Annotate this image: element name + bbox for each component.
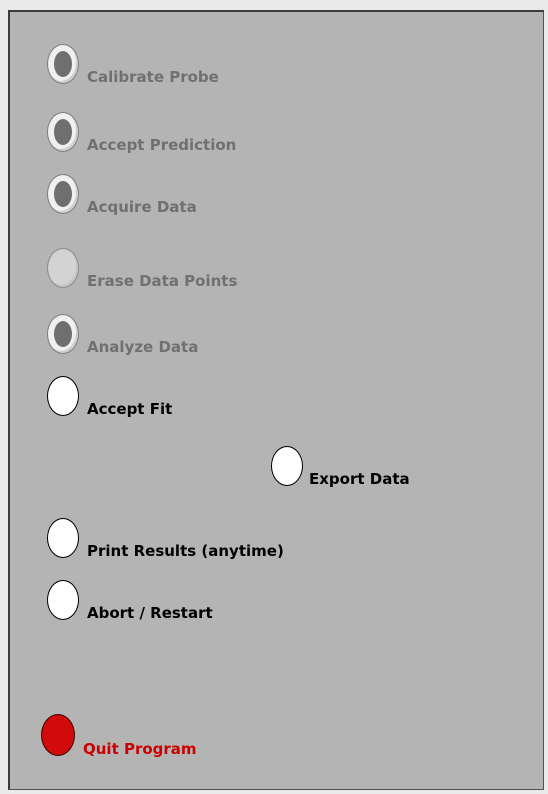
- analyze-data-button[interactable]: [47, 314, 79, 354]
- abort-restart-label: Abort / Restart: [87, 604, 213, 622]
- control-panel: Calibrate Probe Accept Prediction Acquir…: [8, 10, 544, 790]
- accept-prediction-label: Accept Prediction: [87, 136, 237, 154]
- window-background: Calibrate Probe Accept Prediction Acquir…: [0, 0, 548, 794]
- export-data-label: Export Data: [309, 470, 410, 488]
- acquire-data-button[interactable]: [47, 174, 79, 214]
- erase-data-points-button[interactable]: [47, 248, 79, 288]
- quit-program-button[interactable]: [41, 714, 75, 756]
- accept-prediction-button[interactable]: [47, 112, 79, 152]
- calibrate-probe-button[interactable]: [47, 44, 79, 84]
- acquire-data-label: Acquire Data: [87, 198, 197, 216]
- abort-restart-button[interactable]: [47, 580, 79, 620]
- calibrate-probe-label: Calibrate Probe: [87, 68, 219, 86]
- print-results-button[interactable]: [47, 518, 79, 558]
- accept-fit-button[interactable]: [47, 376, 79, 416]
- export-data-button[interactable]: [271, 446, 303, 486]
- print-results-label: Print Results (anytime): [87, 542, 284, 560]
- accept-fit-label: Accept Fit: [87, 400, 173, 418]
- quit-program-label: Quit Program: [83, 740, 197, 758]
- analyze-data-label: Analyze Data: [87, 338, 199, 356]
- erase-data-points-label: Erase Data Points: [87, 272, 238, 290]
